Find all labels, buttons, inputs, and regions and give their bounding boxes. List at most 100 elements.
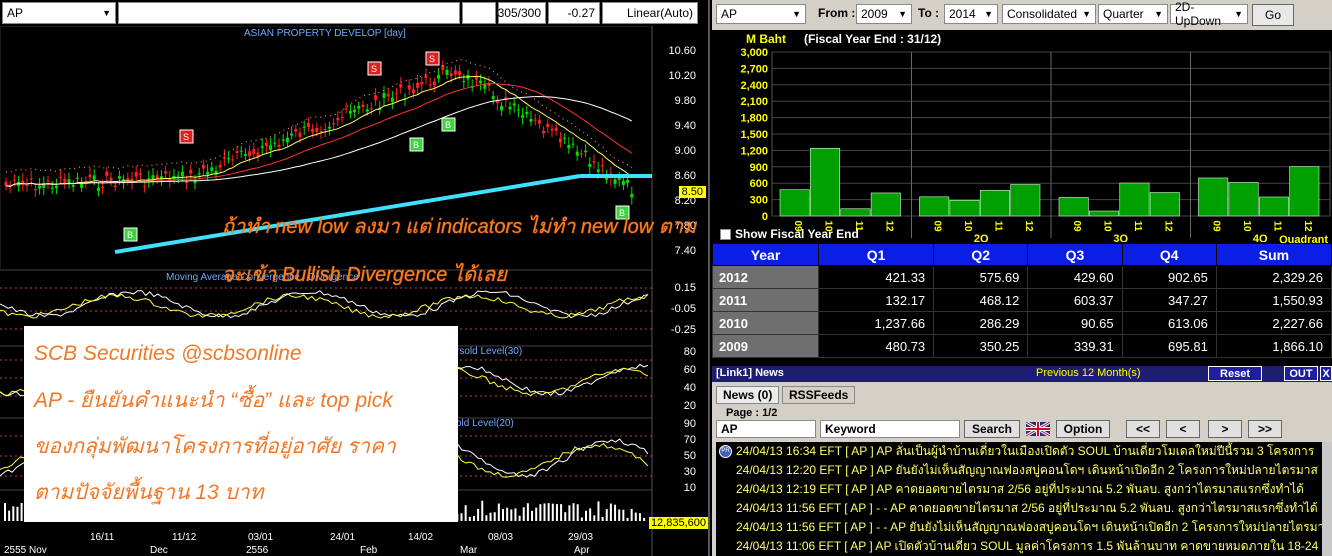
year-cell: 2011	[712, 288, 819, 312]
candle-body	[407, 85, 411, 90]
go-button[interactable]: Go	[1252, 4, 1294, 26]
value-cell: 1,866.10	[1215, 334, 1332, 358]
first-page-button[interactable]: <<	[1126, 420, 1160, 438]
volume-bar	[526, 503, 529, 521]
chart-mode-value: 2D-UpDown	[1175, 0, 1222, 28]
table-row[interactable]: 2011 132.17 468.12 603.37 347.27 1,550.93	[712, 288, 1332, 312]
from-year-select[interactable]: 2009 ▼	[856, 4, 912, 24]
view-select[interactable]: Consolidated ▼	[1002, 4, 1096, 24]
show-fiscal-toggle[interactable]: Show Fiscal Year End	[720, 227, 859, 241]
signal-marker-label: S	[429, 54, 435, 64]
value-cell: 2,227.66	[1215, 311, 1332, 335]
to-year-select[interactable]: 2014 ▼	[944, 4, 998, 24]
candle-body	[567, 144, 571, 149]
press-release-icon: PR	[719, 445, 732, 458]
volume-bar	[564, 512, 567, 521]
period-select[interactable]: Quarter ▼	[1098, 4, 1168, 24]
table-header[interactable]: Sum	[1215, 243, 1332, 266]
bar	[1198, 177, 1229, 217]
candle-body	[374, 95, 378, 101]
uk-flag-icon[interactable]	[1026, 422, 1050, 436]
x-tick-label: 11	[992, 221, 1003, 232]
news-item[interactable]: 24/04/13 11:56 EFT [ AP ] - - AP ยันยังไ…	[716, 518, 1322, 537]
next-page-button[interactable]: >	[1208, 420, 1242, 438]
volume-bar	[464, 505, 467, 521]
news-item[interactable]: PR 24/04/13 16:34 EFT [ AP ] AP ลั่นเป็นผ…	[716, 442, 1322, 461]
table-header[interactable]: Year	[712, 243, 819, 266]
close-button[interactable]: X	[1320, 366, 1332, 381]
news-symbol-input[interactable]: AP	[716, 420, 816, 438]
x-tick-label: 11	[1271, 221, 1282, 232]
candle-body	[96, 187, 100, 192]
candle-body	[260, 146, 264, 148]
tab-news[interactable]: News (0)	[716, 386, 780, 404]
checkbox[interactable]	[720, 228, 731, 240]
scale-mode[interactable]: Linear(Auto)	[602, 2, 698, 24]
table-header[interactable]: Q4	[1121, 243, 1217, 266]
fin-symbol-select[interactable]: AP ▼	[716, 4, 806, 24]
candle-body	[491, 96, 495, 100]
candle-body	[71, 185, 75, 187]
table-header[interactable]: Q2	[933, 243, 1029, 266]
value-cell: 575.69	[933, 265, 1029, 289]
prev-page-button[interactable]: <	[1166, 420, 1200, 438]
reset-button[interactable]: Reset	[1208, 366, 1262, 381]
out-button[interactable]: OUT	[1284, 366, 1318, 381]
candle-body	[306, 122, 310, 127]
scb-line-2: AP - ยืนยันคำแนะนำ “ซื้อ” และ top pick	[34, 389, 393, 412]
table-row[interactable]: 2012 421.33 575.69 429.60 902.65 2,329.26	[712, 265, 1332, 289]
news-item[interactable]: 24/04/13 11:06 EFT [ AP ] AP เปิดตัวบ้าน…	[716, 537, 1322, 556]
stoch-tick: 90	[683, 418, 696, 430]
candle-body	[33, 189, 37, 191]
candle-body	[382, 93, 386, 98]
news-item-text: 24/04/13 11:56 EFT [ AP ] - - AP คาดยอดข…	[736, 501, 1318, 515]
news-item[interactable]: 24/04/13 12:19 EFT [ AP ] AP คาดยอดขายไต…	[716, 480, 1322, 499]
chart-symbol-select[interactable]: AP ▼	[2, 2, 116, 24]
stoch-tick: 10	[683, 482, 696, 494]
x-tick-label: 09	[1071, 220, 1082, 232]
candle-body	[550, 128, 554, 131]
search-button[interactable]: Search	[964, 420, 1020, 438]
volume-bar	[614, 504, 617, 521]
volume-bar	[531, 510, 534, 521]
candle-body	[428, 84, 432, 86]
x-month: 2555 Nov	[4, 545, 47, 556]
last-page-button[interactable]: >>	[1248, 420, 1282, 438]
signal-marker-label: B	[413, 140, 419, 150]
news-item[interactable]: 24/04/13 12:20 EFT [ AP ] AP ยันยังไม่เห…	[716, 461, 1322, 480]
news-item[interactable]: 24/04/13 11:56 EFT [ AP ] - - AP คาดยอดข…	[716, 499, 1322, 518]
option-button[interactable]: Option	[1056, 420, 1110, 438]
rsi-tick: 40	[683, 382, 696, 394]
candle-body	[529, 118, 533, 122]
candle-body	[424, 75, 428, 78]
keyword-input[interactable]: Keyword	[820, 420, 960, 438]
table-row[interactable]: 2009 480.73 350.25 339.31 695.81 1,866.10	[712, 334, 1332, 358]
candle-body	[575, 151, 579, 156]
tab-rssfeeds[interactable]: RSSFeeds	[782, 386, 856, 404]
year-cell: 2010	[712, 311, 819, 335]
table-header[interactable]: Q3	[1027, 243, 1123, 266]
candle-body	[138, 173, 142, 175]
table-row[interactable]: 2010 1,237.66 286.29 90.65 613.06 2,227.66	[712, 311, 1332, 335]
ma-line-mid	[5, 83, 633, 187]
year-cell: 2012	[712, 265, 819, 289]
volume-bar	[539, 504, 542, 521]
x-month: Mar	[460, 545, 478, 556]
bar	[1089, 210, 1120, 217]
candle-body	[235, 151, 239, 153]
stoch-tick: 70	[683, 434, 696, 446]
news-scrollbar[interactable]	[1322, 442, 1332, 556]
table-header[interactable]: Q1	[817, 243, 935, 266]
candle-body	[311, 128, 315, 133]
candle-body	[109, 177, 113, 181]
chart-mode-select[interactable]: 2D-UpDown ▼	[1170, 0, 1248, 28]
rsi-tick: 60	[683, 364, 696, 376]
from-label: From :	[818, 6, 856, 20]
candle-body	[613, 179, 617, 185]
x-tick-label: 09	[932, 220, 943, 232]
group-label: 4Q	[1253, 233, 1268, 242]
volume-bar	[481, 500, 484, 521]
volume-tag: 12,835,600	[648, 517, 708, 529]
x-month: Dec	[150, 545, 168, 556]
candle-body	[369, 108, 373, 110]
